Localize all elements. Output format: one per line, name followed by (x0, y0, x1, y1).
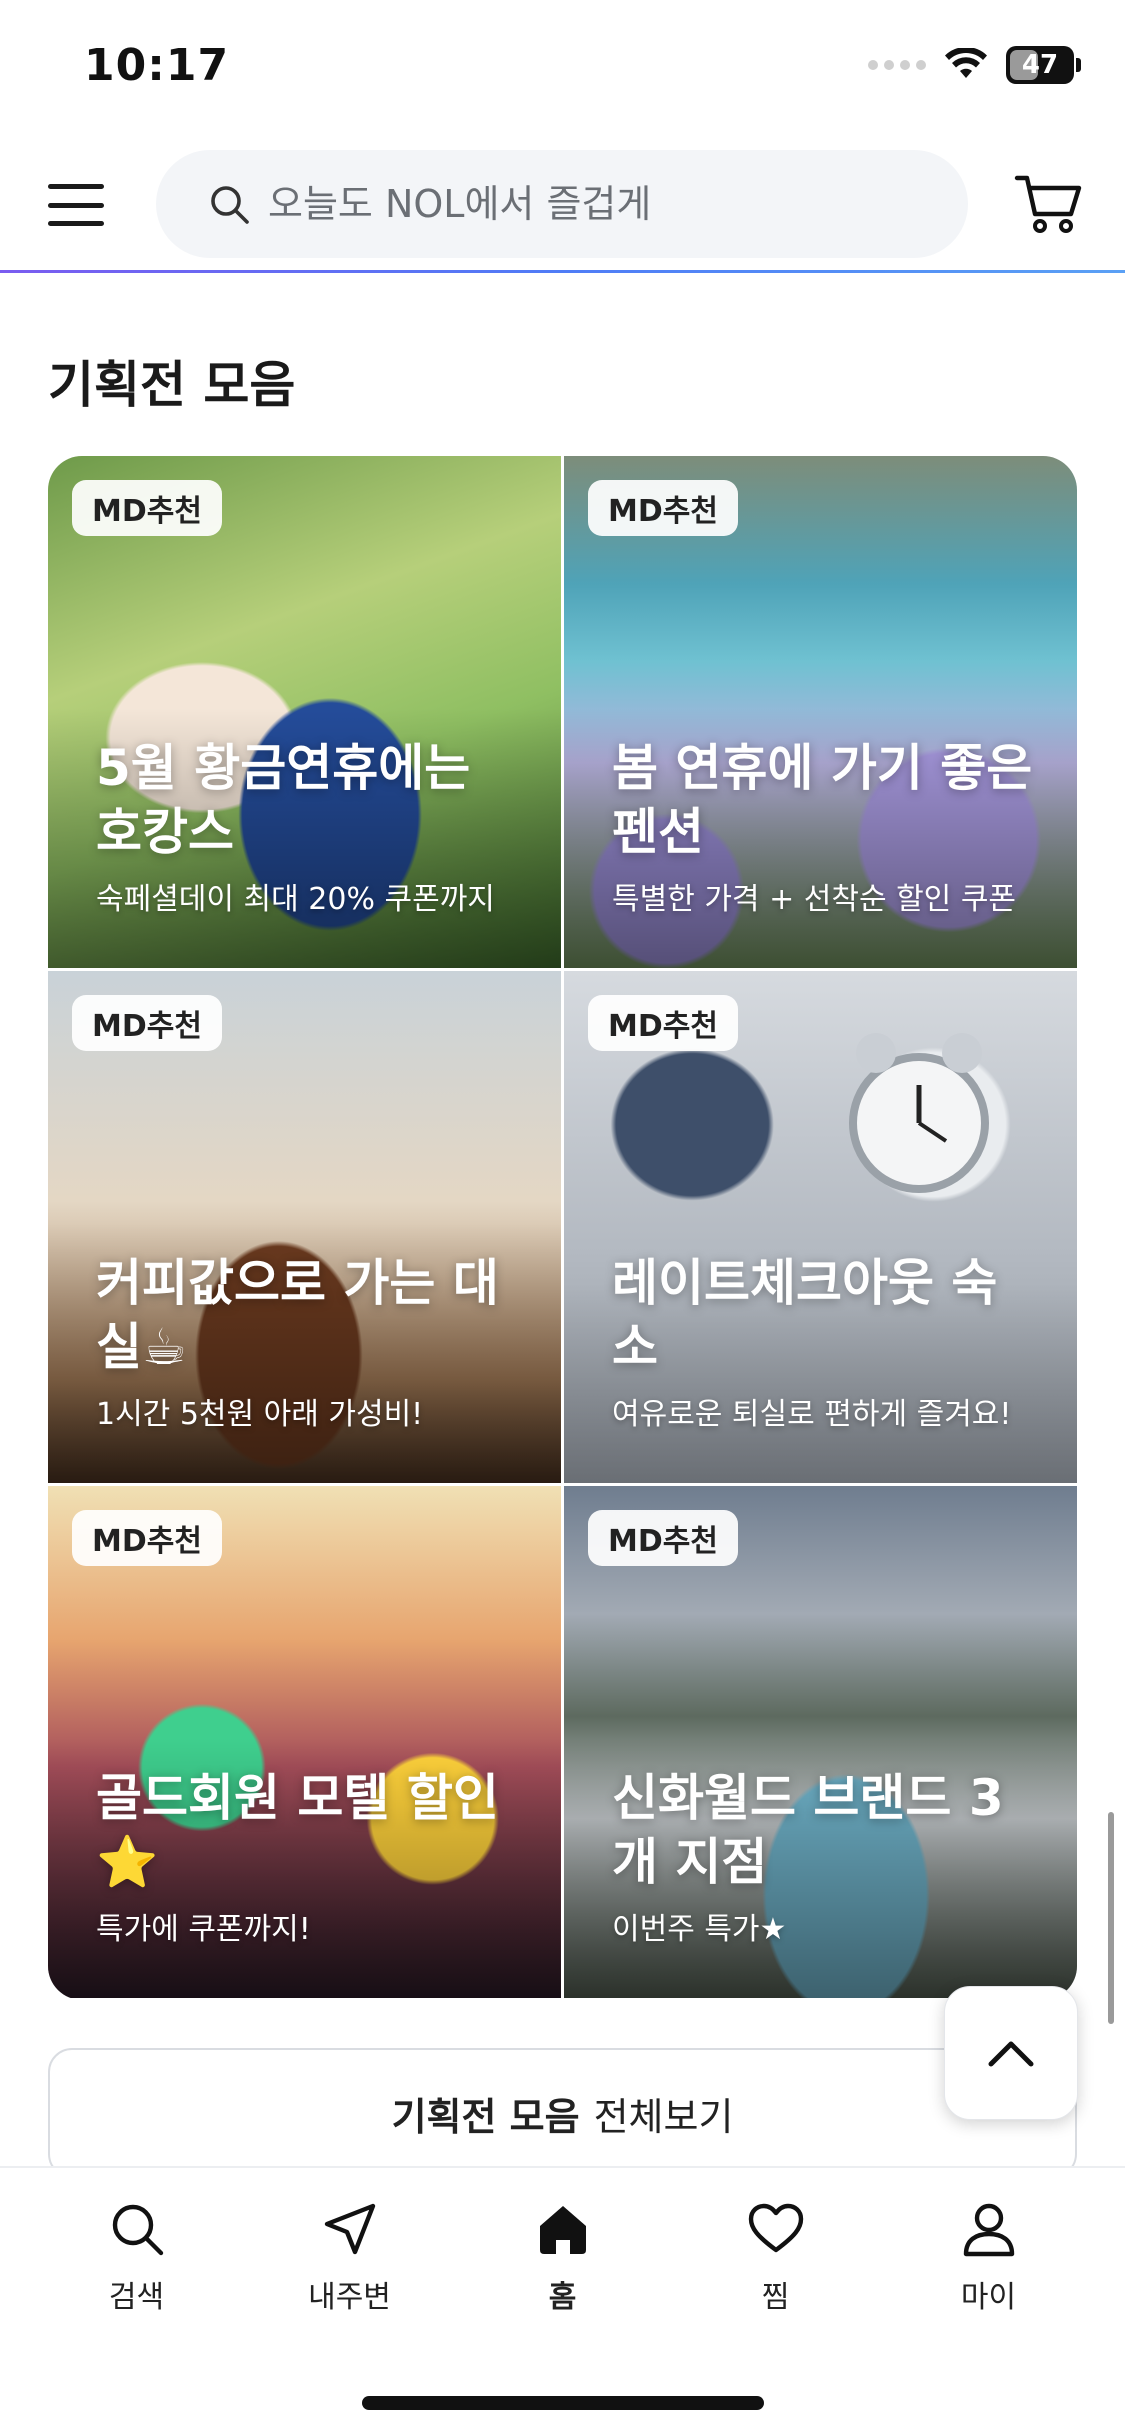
card-title: 신화월드 브랜드 3개 지점 (612, 1769, 1004, 1891)
navigation-arrow-icon (324, 2203, 375, 2255)
view-all-button[interactable]: 기획전 모음 전체보기 (48, 2048, 1077, 2178)
nav-item-my[interactable]: 마이 (889, 2200, 1089, 2316)
md-badge: MD추천 (72, 1510, 222, 1566)
promotion-card[interactable]: MD추천 5월 황금연휴에는 호캉스 숙페셜데이 최대 20% 쿠폰까지 (48, 456, 561, 968)
card-subtitle: 숙페셜데이 최대 20% 쿠폰까지 (96, 882, 495, 917)
promotion-card[interactable]: MD추천 골드회원 모텔 할인⭐ 특가에 쿠폰까지! (48, 1486, 561, 1998)
card-title: 레이트체크아웃 숙소 (612, 1254, 998, 1376)
scroll-to-top-button[interactable] (944, 1986, 1078, 2120)
promotion-card[interactable]: MD추천 커피값으로 가는 대실☕ 1시간 5천원 아래 가성비! (48, 971, 561, 1483)
section-title: 기획전 모음 (48, 356, 296, 414)
card-title: 커피값으로 가는 대실☕ (96, 1254, 499, 1376)
nav-label: 홈 (548, 2280, 577, 2315)
home-icon (539, 2206, 586, 2254)
md-badge: MD추천 (588, 995, 738, 1051)
person-icon (963, 2203, 1014, 2257)
card-subtitle: 특별한 가격 + 선착순 할인 쿠폰 (612, 882, 1017, 917)
search-bar[interactable] (156, 150, 968, 258)
md-badge: MD추천 (588, 1510, 738, 1566)
chevron-up-icon (988, 2041, 1034, 2067)
card-title: 5월 황금연휴에는 호캉스 (96, 739, 471, 861)
nav-item-home[interactable]: 홈 (463, 2200, 663, 2316)
heart-icon (748, 2203, 803, 2253)
nav-label: 내주변 (308, 2280, 391, 2315)
top-header (0, 140, 1125, 274)
cart-icon (1014, 175, 1082, 233)
nav-label: 찜 (761, 2280, 790, 2315)
promotion-card[interactable]: MD추천 봄 연휴에 가기 좋은 펜션 특별한 가격 + 선착순 할인 쿠폰 (564, 456, 1077, 968)
nav-item-wishlist[interactable]: 찜 (676, 2200, 876, 2316)
card-subtitle: 이번주 특가★ (612, 1912, 787, 1947)
header-divider (0, 270, 1125, 273)
status-bar: 10:17 47 (0, 0, 1125, 140)
search-icon (211, 186, 249, 224)
promotion-card[interactable]: MD추천 신화월드 브랜드 3개 지점 이번주 특가★ (564, 1486, 1077, 1998)
promotion-card[interactable]: MD추천 레이트체크아웃 숙소 여유로운 퇴실로 편하게 즐겨요! (564, 971, 1077, 1483)
nav-item-search[interactable]: 검색 (37, 2200, 237, 2316)
home-indicator (362, 2396, 764, 2410)
md-badge: MD추천 (72, 480, 222, 536)
search-input[interactable] (268, 182, 888, 226)
nav-label: 마이 (960, 2280, 1017, 2315)
nav-label: 검색 (108, 2280, 165, 2315)
status-icons: 47 (868, 46, 1081, 84)
cellular-signal-icon (868, 60, 926, 70)
promotion-grid: MD추천 5월 황금연휴에는 호캉스 숙페셜데이 최대 20% 쿠폰까지 MD추… (48, 456, 1077, 2000)
scrollbar[interactable] (1108, 1812, 1114, 2024)
card-subtitle: 특가에 쿠폰까지! (96, 1912, 311, 1947)
alarm-clock-icon (849, 1033, 989, 1193)
md-badge: MD추천 (588, 480, 738, 536)
card-title: 골드회원 모텔 할인⭐ (96, 1769, 499, 1891)
menu-button[interactable] (46, 180, 106, 230)
battery-level: 47 (1021, 50, 1059, 80)
battery-icon: 47 (1006, 46, 1081, 84)
card-subtitle: 여유로운 퇴실로 편하게 즐겨요! (612, 1397, 1012, 1432)
md-badge: MD추천 (72, 995, 222, 1051)
menu-icon (48, 184, 104, 189)
search-icon (112, 2204, 163, 2256)
view-all-label: 전체보기 (593, 2094, 734, 2139)
card-subtitle: 1시간 5천원 아래 가성비! (96, 1397, 424, 1432)
wifi-icon (945, 48, 987, 78)
cart-button[interactable] (1013, 168, 1085, 240)
status-time: 10:17 (84, 40, 230, 91)
nav-item-nearby[interactable]: 내주변 (250, 2200, 450, 2316)
view-all-strong: 기획전 모음 (391, 2094, 580, 2139)
card-title: 봄 연휴에 가기 좋은 펜션 (612, 739, 1033, 861)
